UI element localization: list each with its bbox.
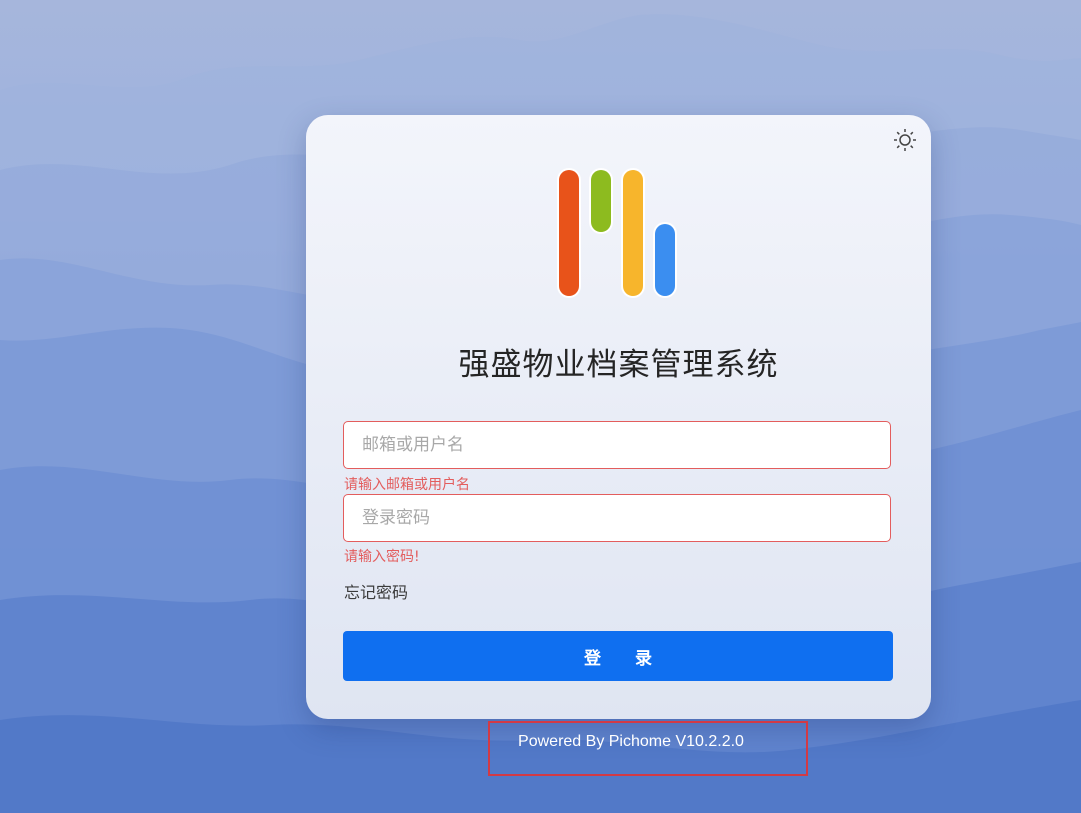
page-title: 强盛物业档案管理系统 xyxy=(458,347,779,383)
password-error-message: 请输入密码! xyxy=(344,549,420,565)
username-input[interactable] xyxy=(343,421,891,469)
pichome-logo xyxy=(556,167,682,299)
password-input[interactable] xyxy=(343,494,891,542)
login-button[interactable]: 登 录 xyxy=(343,631,893,681)
username-error-message: 请输入邮箱或用户名 xyxy=(344,477,470,493)
theme-toggle-button[interactable] xyxy=(892,127,918,153)
powered-by-text: Powered By Pichome V10.2.2.0 xyxy=(518,733,744,750)
forgot-password-link[interactable]: 忘记密码 xyxy=(344,579,408,603)
login-card: 强盛物业档案管理系统 请输入邮箱或用户名 请输入密码! 忘记密码 登 录 xyxy=(306,115,931,719)
sun-icon xyxy=(894,129,916,151)
